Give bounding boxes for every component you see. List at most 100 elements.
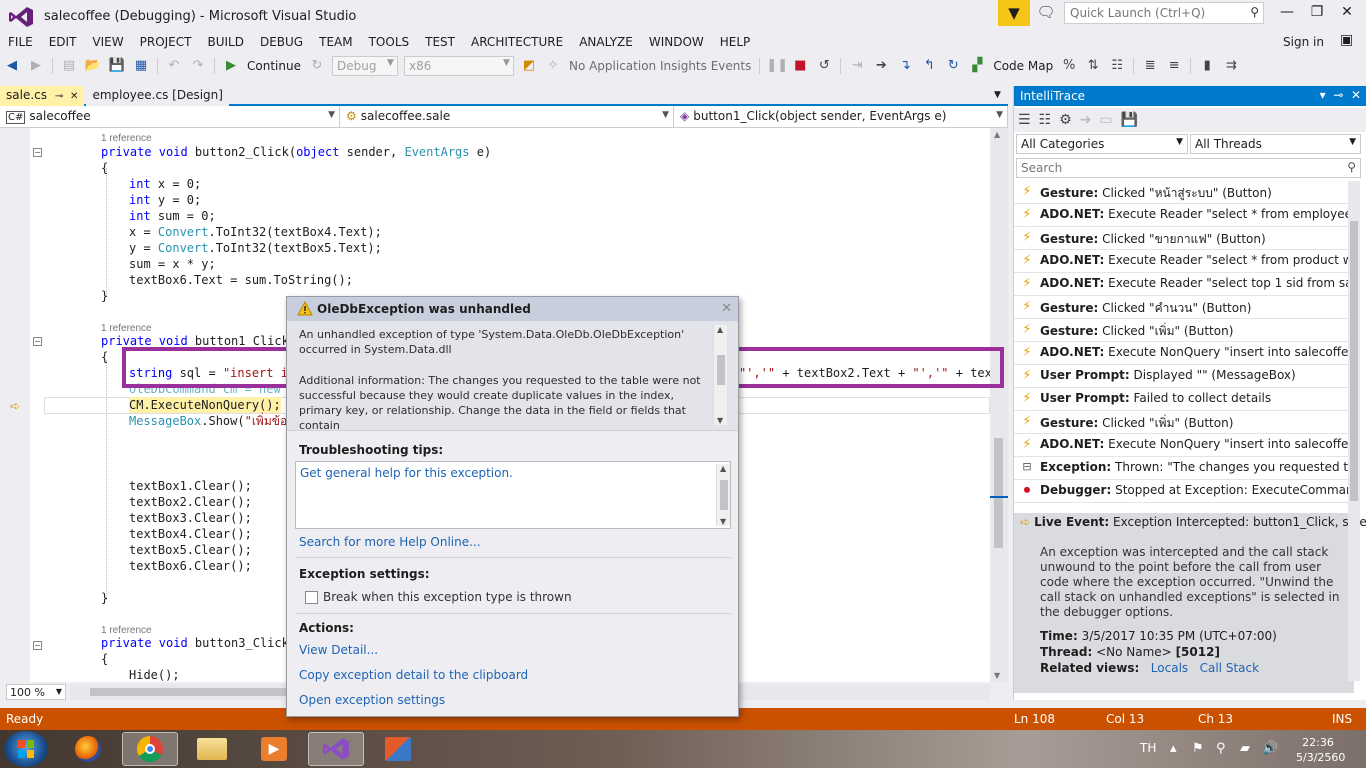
show-threads-icon[interactable]: ☷ [1107, 54, 1127, 78]
save-icon[interactable]: 💾 [107, 54, 127, 78]
scroll-down-icon[interactable]: ▼ [994, 671, 1000, 680]
menu-build[interactable]: BUILD [199, 33, 251, 51]
save-all-icon[interactable]: ▦ [131, 54, 151, 78]
scrollbar-thumb[interactable] [994, 438, 1003, 548]
tips-scrollbar[interactable]: ▲ ▼ [716, 464, 730, 526]
close-icon[interactable]: ✕ [70, 91, 78, 102]
start-button[interactable] [4, 731, 48, 767]
refresh-icon[interactable]: ↻ [307, 54, 327, 78]
event-row[interactable]: ⚡ ADO.NET: Execute Reader "select top 1 s… [1014, 273, 1354, 296]
continue-icon[interactable]: ▶ [221, 54, 241, 78]
event-row[interactable]: ⊟ Exception: Thrown: "The changes you req… [1014, 457, 1354, 480]
event-row[interactable]: ⚡ User Prompt: Failed to collect details [1014, 388, 1354, 411]
menu-debug[interactable]: DEBUG [252, 33, 311, 51]
menu-analyze[interactable]: ANALYZE [571, 33, 641, 51]
code-map-icon[interactable]: ▞ [967, 54, 987, 78]
event-row[interactable]: ⚡ Gesture: Clicked "คำนวน" (Button) [1014, 296, 1354, 319]
menu-test[interactable]: TEST [417, 33, 463, 51]
copy-detail-link[interactable]: Copy exception detail to the clipboard [299, 668, 528, 682]
app-taskbar-button[interactable] [370, 732, 426, 766]
scroll-up-icon[interactable]: ▲ [994, 130, 1000, 139]
account-icon[interactable]: ▣ [1340, 32, 1360, 52]
list-view-icon[interactable]: ☰ [1018, 112, 1031, 128]
browser-link-icon[interactable]: ◩ [519, 54, 539, 78]
project-dropdown[interactable]: C# salecoffee ▼ [0, 106, 340, 127]
type-dropdown[interactable]: ⚙ salecoffee.sale ▼ [340, 106, 674, 127]
menu-project[interactable]: PROJECT [132, 33, 200, 51]
insights-events-label[interactable]: No Application Insights Events [569, 59, 751, 73]
tray-expand-icon[interactable]: ▴ [1170, 741, 1177, 756]
panel-menu-icon[interactable]: ▾ [1320, 88, 1326, 102]
live-event-detail[interactable]: ➪ Live Event: Exception Intercepted: butt… [1014, 513, 1366, 693]
close-icon[interactable]: ✕ [721, 301, 732, 316]
visual-studio-taskbar-button[interactable] [308, 732, 364, 766]
scroll-down-icon[interactable]: ▼ [717, 416, 723, 425]
tab-sale-cs[interactable]: sale.cs ⊸ ✕ [0, 86, 85, 106]
pin-icon[interactable]: ⊸ [55, 91, 63, 102]
forward-icon[interactable]: ▶ [26, 54, 46, 78]
event-row[interactable]: ⚡ Gesture: Clicked "เพิ่ม" (Button) [1014, 411, 1354, 434]
tab-overflow-icon[interactable]: ▼ [994, 90, 1001, 100]
chrome-taskbar-button[interactable] [122, 732, 178, 766]
event-row[interactable]: ⏺ Debugger: Stopped at Exception: Execute… [1014, 480, 1354, 503]
view-detail-link[interactable]: View Detail... [299, 643, 378, 657]
step-over-icon[interactable]: ↴ [895, 54, 915, 78]
scrollbar-thumb[interactable] [717, 355, 725, 385]
settings-icon[interactable]: ⚙ [1059, 112, 1072, 128]
message-scrollbar[interactable]: ▲ ▼ [713, 325, 727, 425]
collapse-icon[interactable]: − [33, 641, 42, 650]
menu-architecture[interactable]: ARCHITECTURE [463, 33, 571, 51]
sign-in-link[interactable]: Sign in [1283, 35, 1324, 49]
step-out-icon[interactable]: ↰ [919, 54, 939, 78]
menu-edit[interactable]: EDIT [41, 33, 85, 51]
event-row[interactable]: ⚡ ADO.NET: Execute NonQuery "insert into … [1014, 434, 1354, 457]
save-icon[interactable]: 💾 [1121, 112, 1138, 128]
menu-view[interactable]: VIEW [84, 33, 131, 51]
language-indicator[interactable]: TH [1140, 741, 1156, 755]
open-exception-settings-link[interactable]: Open exception settings [299, 693, 445, 707]
search-help-online-link[interactable]: Search for more Help Online... [299, 535, 481, 549]
event-row[interactable]: ⚡ ADO.NET: Execute NonQuery "insert into … [1014, 342, 1354, 365]
step-into-icon[interactable]: ➔ [871, 54, 891, 78]
call-stack-link[interactable]: Call Stack [1200, 661, 1259, 675]
menu-help[interactable]: HELP [712, 33, 759, 51]
action-center-icon[interactable]: ⚑ [1192, 741, 1204, 756]
collapse-icon[interactable]: − [33, 148, 42, 157]
minimize-button[interactable]: — [1272, 4, 1302, 24]
open-icon[interactable]: ▭ [1099, 112, 1112, 128]
break-when-thrown-checkbox[interactable] [305, 591, 318, 604]
close-icon[interactable]: ✕ [1351, 88, 1361, 102]
break-all-icon[interactable]: ❚❚ [766, 54, 788, 78]
next-bookmark-icon[interactable]: ⇉ [1221, 54, 1241, 78]
menu-tools[interactable]: TOOLS [361, 33, 418, 51]
editor-vertical-scrollbar[interactable]: ▲ ▼ [990, 128, 1008, 682]
event-row[interactable]: ⚡ Gesture: Clicked "ขายกาแฟ" (Button) [1014, 227, 1354, 250]
troubleshooting-tips-box[interactable]: Get general help for this exception. ▲ ▼ [295, 461, 731, 529]
menu-window[interactable]: WINDOW [641, 33, 712, 51]
feedback-icon[interactable]: 🗨 [1036, 3, 1056, 23]
tab-employee-design[interactable]: employee.cs [Design] [86, 86, 229, 106]
general-help-link[interactable]: Get general help for this exception. [300, 466, 513, 480]
scroll-up-icon[interactable]: ▲ [720, 464, 726, 473]
quick-launch-input[interactable]: Quick Launch (Ctrl+Q) ⚲ [1064, 2, 1264, 24]
step-back-icon[interactable]: ↻ [943, 54, 963, 78]
redo-icon[interactable]: ↷ [188, 54, 208, 78]
bookmark-icon[interactable]: ▮ [1197, 54, 1217, 78]
configuration-select[interactable]: Debug ▼ [331, 56, 398, 76]
restore-button[interactable]: ❐ [1302, 4, 1332, 24]
hex-display-icon[interactable]: % [1059, 54, 1079, 78]
pin-icon[interactable]: ⊸ [1333, 88, 1343, 102]
event-row[interactable]: ⚡ ADO.NET: Execute Reader "select * from … [1014, 250, 1354, 273]
continue-button[interactable]: Continue [247, 59, 301, 73]
forward-icon[interactable]: ➔ [1080, 112, 1092, 128]
signal-icon[interactable]: ▰ [1240, 741, 1250, 756]
notification-filter-icon[interactable]: ▼ [998, 0, 1030, 26]
scroll-up-icon[interactable]: ▲ [717, 325, 723, 334]
close-window-button[interactable]: ✕ [1332, 4, 1362, 24]
menu-team[interactable]: TEAM [311, 33, 360, 51]
show-next-statement-icon[interactable]: ⇥ [847, 54, 867, 78]
firefox-taskbar-button[interactable] [60, 732, 116, 766]
break-when-thrown-label[interactable]: Break when this exception type is thrown [323, 590, 572, 604]
open-file-icon[interactable]: 📂 [83, 54, 103, 78]
locals-link[interactable]: Locals [1151, 661, 1188, 675]
